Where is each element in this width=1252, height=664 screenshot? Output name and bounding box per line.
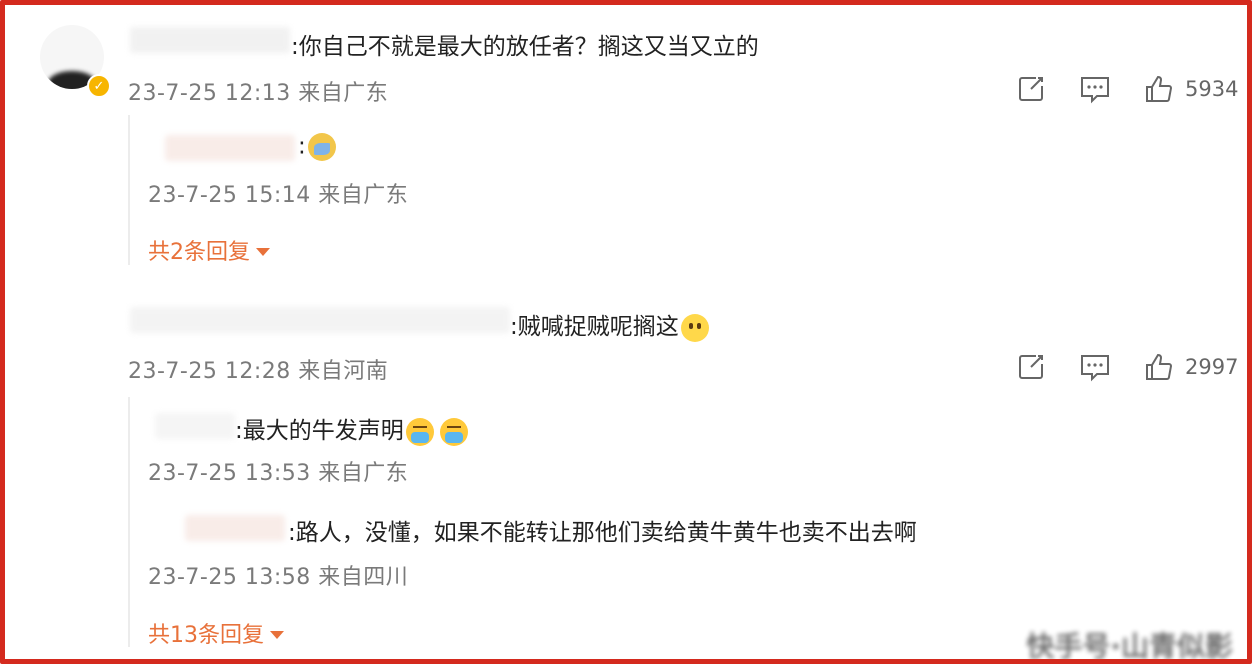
comment-text: :你自己不就是最大的放任者？搁这又当又立的 [291, 34, 759, 60]
reply-meta: 23-7-25 15:14 来自广东 [148, 183, 409, 208]
username-blurred[interactable] [130, 307, 510, 333]
reply-username-blurred[interactable] [185, 515, 285, 541]
comment-text: :贼喊捉贼呢搁这 [510, 307, 709, 342]
comment-actions: 5934 [1015, 73, 1238, 105]
reply-username-blurred[interactable] [155, 413, 235, 439]
reply-text: : [298, 133, 336, 161]
verified-badge-icon: ✓ [87, 74, 111, 98]
watermark: 快手号·山青似影 [1026, 630, 1233, 663]
like-count: 5934 [1185, 77, 1239, 101]
caret-down-icon [270, 630, 284, 639]
reply-meta: 23-7-25 13:58 来自四川 [148, 565, 409, 590]
crying-emoji-icon [439, 417, 468, 446]
reply-thread-line [128, 115, 130, 265]
thumb-up-icon[interactable] [1143, 73, 1175, 105]
username-blurred[interactable] [130, 27, 290, 53]
thumb-up-icon[interactable] [1143, 351, 1175, 383]
more-replies-link[interactable]: 共2条回复 [148, 234, 270, 266]
comment-icon[interactable] [1079, 351, 1111, 383]
like-count: 2997 [1185, 355, 1239, 379]
reply-text: :最大的牛发声明 [235, 411, 468, 446]
comment-meta: 23-7-25 12:28 来自河南 [128, 359, 389, 384]
comment-actions: 2997 [1015, 351, 1238, 383]
emoji-icon [307, 133, 336, 161]
share-icon[interactable] [1015, 73, 1047, 105]
caret-down-icon [256, 247, 270, 256]
more-replies-link[interactable]: 共13条回复 [148, 617, 284, 649]
reply-text: :路人，没懂，如果不能转让那他们卖给黄牛黄牛也卖不出去啊 [288, 520, 917, 546]
crying-emoji-icon [405, 417, 434, 446]
screenshot-frame: ✓ :你自己不就是最大的放任者？搁这又当又立的 23-7-25 12:13 来自… [0, 0, 1252, 664]
smile-emoji-icon [680, 313, 709, 342]
share-icon[interactable] [1015, 351, 1047, 383]
comment-meta: 23-7-25 12:13 来自广东 [128, 81, 389, 106]
reply-meta: 23-7-25 13:53 来自广东 [148, 461, 409, 486]
reply-thread-line [128, 397, 130, 647]
comment-icon[interactable] [1079, 73, 1111, 105]
reply-username-blurred[interactable] [165, 135, 295, 161]
